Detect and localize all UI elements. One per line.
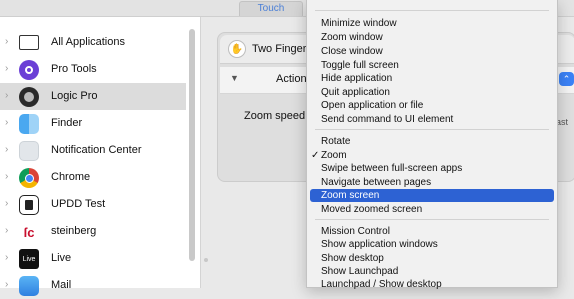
menu-item-close-window[interactable]: Close window	[307, 45, 557, 58]
menu-item-send-command-to-ui-element[interactable]: Send command to UI element	[307, 113, 557, 126]
upddtest-icon	[19, 195, 39, 215]
menu-item-moved-zoomed-screen[interactable]: Moved zoomed screen	[307, 203, 557, 216]
sidebar-item-label: Chrome	[51, 171, 91, 183]
menu-item-show-desktop[interactable]: Show desktop	[307, 252, 557, 265]
sidebar-item-label: Mail	[51, 279, 72, 291]
action-dropdown-menu: Minimize window Zoom window Close window…	[306, 0, 558, 291]
menu-item-show-application-windows[interactable]: Show application windows	[307, 238, 557, 251]
sidebar-item-chrome[interactable]: › Chrome	[0, 164, 186, 191]
sidebar-scroll-thumb[interactable]	[189, 29, 195, 261]
chevron-right-icon[interactable]: ›	[5, 90, 8, 101]
sidebar-item-label: Pro Tools	[51, 63, 97, 75]
monitor-icon	[19, 35, 39, 50]
sidebar-item-live[interactable]: › Live Live	[0, 245, 186, 272]
sidebar-item-label: UPDD Test	[51, 198, 106, 210]
checkmark-icon: ✓	[311, 150, 320, 161]
menu-item-rotate[interactable]: Rotate	[307, 135, 557, 148]
chevron-right-icon[interactable]: ›	[5, 279, 8, 290]
sidebar-item-label: steinberg	[51, 225, 97, 237]
notification-center-icon	[19, 141, 39, 161]
chevron-right-icon[interactable]: ›	[5, 117, 8, 128]
menu-item-mission-control[interactable]: Mission Control	[307, 225, 557, 238]
hand-gesture-icon: ✋	[228, 40, 246, 58]
sidebar-item-label: Live	[51, 252, 72, 264]
sidebar-item-pro-tools[interactable]: › Pro Tools	[0, 56, 186, 83]
chevron-right-icon[interactable]: ›	[5, 144, 8, 155]
steinberg-icon: ſc	[19, 222, 39, 242]
menu-separator	[315, 219, 549, 220]
sidebar-item-label: Logic Pro	[51, 90, 98, 102]
sidebar-item-upddtest[interactable]: › UPDD Test	[0, 191, 186, 218]
sidebar-item-notification-center[interactable]: › Notification Center	[0, 137, 186, 164]
application-sidebar: › All Applications › Pro Tools › Logic P…	[0, 17, 201, 296]
sidebar-item-all-applications[interactable]: › All Applications	[0, 29, 186, 56]
chevron-right-icon[interactable]: ›	[5, 252, 8, 263]
chevron-right-icon[interactable]: ›	[5, 198, 8, 209]
sidebar-item-label: Finder	[51, 117, 83, 129]
menu-item-open-application-or-file[interactable]: Open application or file	[307, 99, 557, 112]
menu-item-zoom-screen[interactable]: Zoom screen	[310, 189, 554, 202]
sidebar-item-finder[interactable]: › Finder	[0, 110, 186, 137]
disclosure-triangle-icon[interactable]: ▼	[230, 73, 239, 83]
menu-item-zoom-window[interactable]: Zoom window	[307, 31, 557, 44]
zoom-speed-label: Zoom speed:	[244, 110, 309, 122]
menu-item-zoom[interactable]: ✓ Zoom	[307, 149, 557, 162]
chrome-icon	[19, 168, 39, 188]
sidebar-item-steinberg[interactable]: › ſc steinberg	[0, 218, 186, 245]
menu-item-navigate-between-pages[interactable]: Navigate between pages	[307, 176, 557, 189]
menu-item-show-launchpad[interactable]: Show Launchpad	[307, 265, 557, 278]
action-label: Action:	[276, 73, 310, 85]
sidebar-item-mail[interactable]: › Mail	[0, 272, 186, 299]
splitter-handle[interactable]	[204, 258, 208, 262]
menu-item-launchpad-show-desktop[interactable]: Launchpad / Show desktop	[307, 278, 557, 291]
mail-icon	[19, 276, 39, 296]
live-icon: Live	[19, 249, 39, 269]
menu-separator	[315, 129, 549, 130]
sidebar-item-label: Notification Center	[51, 144, 142, 156]
menu-item-swipe-between-full-screen-apps[interactable]: Swipe between full-screen apps	[307, 162, 557, 175]
chevron-right-icon[interactable]: ›	[5, 171, 8, 182]
live-badge-text: Live	[22, 255, 36, 263]
pro-tools-icon	[19, 60, 39, 80]
sidebar-item-label: All Applications	[51, 36, 125, 48]
gesture-name: Two Finger	[252, 43, 307, 55]
chevron-right-icon[interactable]: ›	[5, 36, 8, 47]
finder-icon	[19, 114, 39, 134]
menu-separator	[315, 10, 549, 11]
menu-item-quit-application[interactable]: Quit application	[307, 86, 557, 99]
menu-item-hide-application[interactable]: Hide application	[307, 72, 557, 85]
chevron-right-icon[interactable]: ›	[5, 225, 8, 236]
action-select-chevron-icon[interactable]: ⌃	[559, 72, 574, 86]
sidebar-item-logic-pro[interactable]: › Logic Pro	[0, 83, 186, 110]
menu-item-minimize-window[interactable]: Minimize window	[307, 17, 557, 30]
chevron-right-icon[interactable]: ›	[5, 63, 8, 74]
menu-item-toggle-full-screen[interactable]: Toggle full screen	[307, 59, 557, 72]
tab-touch[interactable]: Touch	[239, 1, 303, 16]
logic-pro-icon	[19, 87, 39, 107]
